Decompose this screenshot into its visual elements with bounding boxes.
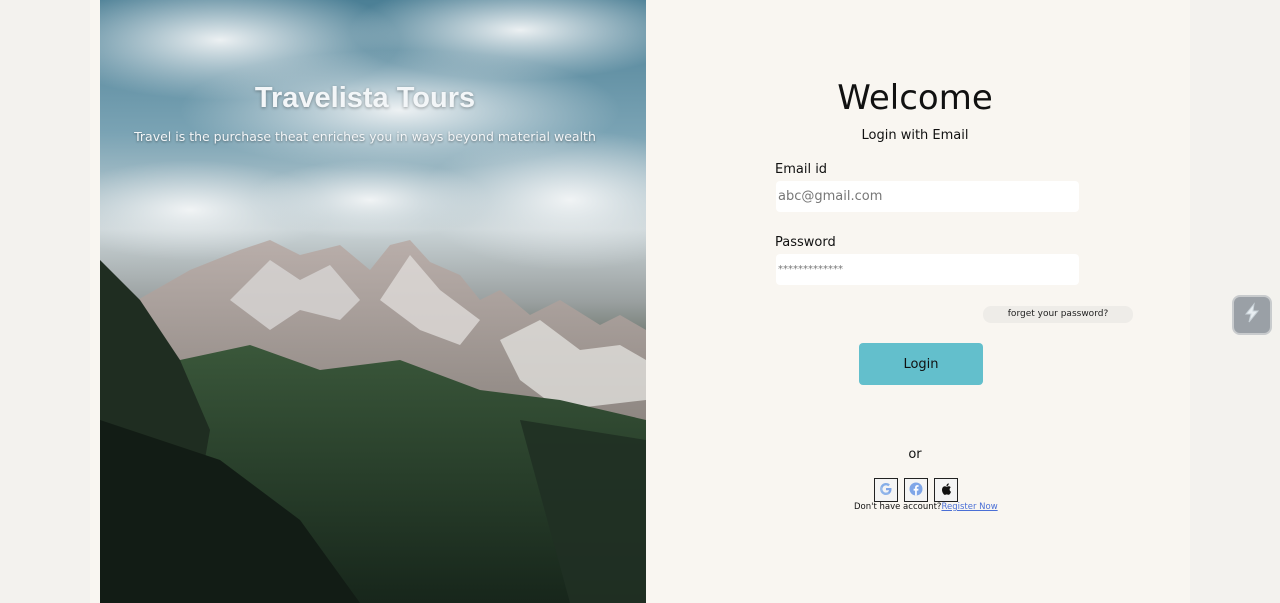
google-icon — [879, 482, 893, 499]
facebook-login-button[interactable] — [904, 478, 928, 502]
google-login-button[interactable] — [874, 478, 898, 502]
hero-image: Travelista Tours Travel is the purchase … — [100, 0, 646, 603]
or-divider: or — [908, 447, 922, 462]
email-label: Email id — [775, 162, 828, 177]
password-label: Password — [775, 235, 836, 250]
brand-title: Travelista Tours — [254, 82, 476, 114]
password-input[interactable] — [776, 254, 1079, 285]
apple-login-button[interactable] — [934, 478, 958, 502]
register-prompt-text: Don't have account? — [854, 502, 942, 512]
login-button[interactable]: Login — [859, 343, 983, 385]
welcome-heading: Welcome — [837, 78, 993, 118]
forgot-password-button[interactable]: forget your password? — [983, 306, 1133, 323]
login-subtitle: Login with Email — [861, 128, 969, 143]
apple-icon — [939, 482, 953, 499]
register-prompt: Don't have account?Register Now — [854, 502, 998, 512]
lightning-icon — [1241, 302, 1263, 328]
email-input[interactable] — [776, 181, 1079, 212]
brand-tagline: Travel is the purchase theat enriches yo… — [134, 129, 596, 144]
facebook-icon — [909, 482, 923, 499]
register-now-link[interactable]: Register Now — [941, 502, 997, 512]
extension-widget-button[interactable] — [1232, 295, 1272, 335]
